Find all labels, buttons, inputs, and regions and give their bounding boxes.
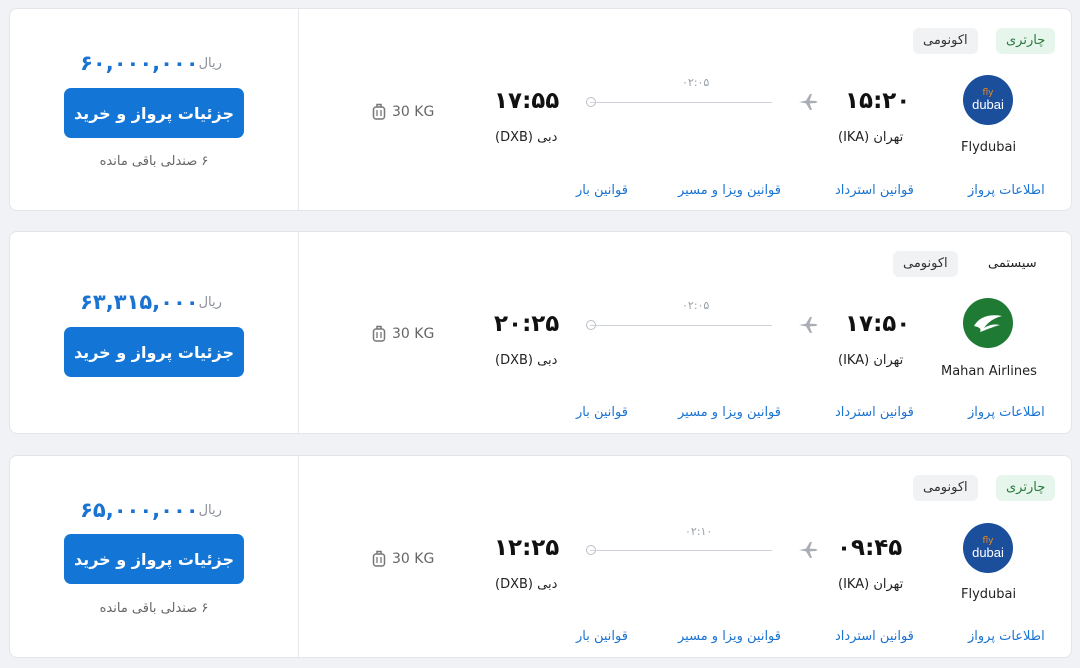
route-line <box>590 325 772 326</box>
card-divider <box>298 9 299 210</box>
arrival-time: ۱۲:۲۵ <box>494 535 560 561</box>
baggage-rules-link[interactable]: قوانین بار <box>576 183 628 198</box>
price: ریال۶۳,۳۱۵,۰۰۰ <box>10 290 298 314</box>
luggage-icon <box>372 103 386 120</box>
flight-info-link[interactable]: اطلاعات پرواز <box>968 629 1045 644</box>
route-line <box>590 102 772 103</box>
departure-city: تهران (IKA) <box>838 130 904 145</box>
price-amount: ۶۰,۰۰۰,۰۰۰ <box>80 51 199 75</box>
cabin-class-badge: اکونومی <box>913 475 978 501</box>
mahan-airlines-logo <box>963 298 1013 348</box>
currency-label: ریال <box>198 502 222 518</box>
mahan-bird-icon <box>974 315 1002 332</box>
refund-rules-link[interactable]: قوانین استرداد <box>835 629 914 644</box>
flight-info-link[interactable]: اطلاعات پرواز <box>968 183 1045 198</box>
refund-rules-link[interactable]: قوانین استرداد <box>835 183 914 198</box>
currency-label: ریال <box>198 55 222 71</box>
luggage-icon <box>372 550 386 567</box>
baggage-allowance: 30 KG <box>372 325 434 343</box>
visa-rules-link[interactable]: قوانین ویزا و مسیر <box>678 629 781 644</box>
flight-duration: ۰۲:۰۵ <box>682 76 710 89</box>
price-amount: ۶۳,۳۱۵,۰۰۰ <box>80 290 199 314</box>
baggage-weight: 30 KG <box>392 551 435 567</box>
baggage-rules-link[interactable]: قوانین بار <box>576 629 628 644</box>
flight-duration: ۰۲:۱۰ <box>685 525 713 538</box>
departure-city: تهران (IKA) <box>838 577 904 592</box>
visa-rules-link[interactable]: قوانین ویزا و مسیر <box>678 405 781 420</box>
card-divider <box>298 232 299 433</box>
flight-card: ریال۶۵,۰۰۰,۰۰۰ جزئیات پرواز و خرید ۶ صند… <box>9 455 1072 658</box>
flight-duration: ۰۲:۰۵ <box>682 299 710 312</box>
airplane-icon <box>799 542 818 558</box>
cabin-class-badge: اکونومی <box>913 28 978 54</box>
flight-card: ریال۶۳,۳۱۵,۰۰۰ جزئیات پرواز و خرید 30 KG… <box>9 231 1072 434</box>
flight-details-buy-button[interactable]: جزئیات پرواز و خرید <box>64 534 244 584</box>
departure-time: ۱۵:۲۰ <box>845 88 911 114</box>
refund-rules-link[interactable]: قوانین استرداد <box>835 405 914 420</box>
baggage-weight: 30 KG <box>392 104 435 120</box>
arrival-time: ۱۷:۵۵ <box>494 88 560 114</box>
departure-time: ۰۹:۴۵ <box>837 535 903 561</box>
arrival-city: دبی (DXB) <box>495 353 558 368</box>
airline-name: Flydubai <box>961 140 1017 155</box>
flight-type-badge: چارتری <box>996 475 1056 501</box>
seats-remaining: ۶ صندلی باقی مانده <box>99 154 209 169</box>
baggage-weight: 30 KG <box>392 326 435 342</box>
price: ریال۶۰,۰۰۰,۰۰۰ <box>10 51 298 75</box>
arrival-time: ۲۰:۲۵ <box>494 311 560 337</box>
price: ریال۶۵,۰۰۰,۰۰۰ <box>10 498 298 522</box>
baggage-rules-link[interactable]: قوانین بار <box>576 405 628 420</box>
flight-type-badge: چارتری <box>996 28 1056 54</box>
visa-rules-link[interactable]: قوانین ویزا و مسیر <box>678 183 781 198</box>
flight-type-badge: سیستمی <box>988 256 1037 271</box>
baggage-allowance: 30 KG <box>372 103 434 121</box>
currency-label: ریال <box>198 294 222 310</box>
airplane-icon <box>799 94 818 110</box>
arrival-city: دبی (DXB) <box>495 130 558 145</box>
airline-name: Mahan Airlines <box>941 364 1037 379</box>
flight-details-buy-button[interactable]: جزئیات پرواز و خرید <box>64 327 244 377</box>
seats-remaining: ۶ صندلی باقی مانده <box>99 601 209 616</box>
departure-city: تهران (IKA) <box>838 353 904 368</box>
luggage-icon <box>372 325 386 342</box>
flydubai-logo: fly dubai <box>963 75 1013 125</box>
card-divider <box>298 456 299 657</box>
flight-card: ریال۶۰,۰۰۰,۰۰۰ جزئیات پرواز و خرید ۶ صند… <box>9 8 1072 211</box>
cabin-class-badge: اکونومی <box>893 251 958 277</box>
airline-name: Flydubai <box>961 587 1017 602</box>
airplane-icon <box>799 317 818 333</box>
route-line <box>590 550 772 551</box>
departure-time: ۱۷:۵۰ <box>845 311 911 337</box>
flight-info-link[interactable]: اطلاعات پرواز <box>968 405 1045 420</box>
flydubai-logo: fly dubai <box>963 523 1013 573</box>
flight-details-buy-button[interactable]: جزئیات پرواز و خرید <box>64 88 244 138</box>
price-amount: ۶۵,۰۰۰,۰۰۰ <box>80 498 199 522</box>
arrival-city: دبی (DXB) <box>495 577 558 592</box>
baggage-allowance: 30 KG <box>372 550 434 568</box>
